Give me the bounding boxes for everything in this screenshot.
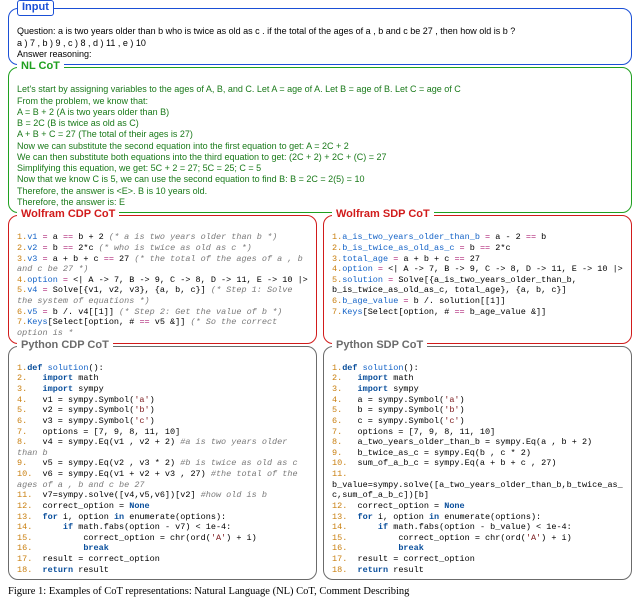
wolfram-cdp-panel: Wolfram CDP CoT 1.v1 = a == b + 2 (* a i… bbox=[8, 215, 317, 344]
python-sdp-code: 1.def solution(): 2. import math 3. impo… bbox=[332, 363, 623, 576]
wolfram-sdp-label: Wolfram SDP CoT bbox=[332, 208, 434, 222]
nl-line: Simplifying this equation, we get: 5C + … bbox=[17, 163, 623, 174]
figure-caption: Figure 1: Examples of CoT representation… bbox=[8, 586, 632, 597]
wolfram-sdp-panel: Wolfram SDP CoT 1.a_is_two_years_older_t… bbox=[323, 215, 632, 344]
nl-line: We can then substitute both equations in… bbox=[17, 152, 623, 163]
input-question: Question: a is two years older than b wh… bbox=[17, 26, 623, 37]
wolfram-cdp-code: 1.v1 = a == b + 2 (* a is two years olde… bbox=[17, 232, 308, 338]
python-sdp-panel: Python SDP CoT 1.def solution(): 2. impo… bbox=[323, 346, 632, 581]
python-cdp-label: Python CDP CoT bbox=[17, 339, 113, 353]
nl-line: From the problem, we know that: bbox=[17, 96, 623, 107]
nl-line: Therefore, the answer is <E>. B is 10 ye… bbox=[17, 186, 623, 197]
python-cdp-panel: Python CDP CoT 1.def solution(): 2. impo… bbox=[8, 346, 317, 581]
nl-line: A + B + C = 27 (The total of their ages … bbox=[17, 129, 623, 140]
input-prompt: Answer reasoning: bbox=[17, 49, 623, 60]
python-cdp-code: 1.def solution(): 2. import math 3. impo… bbox=[17, 363, 308, 576]
nl-line: Let's start by assigning variables to th… bbox=[17, 84, 623, 95]
wolfram-cdp-label: Wolfram CDP CoT bbox=[17, 208, 119, 222]
python-row: Python CDP CoT 1.def solution(): 2. impo… bbox=[8, 346, 632, 583]
python-sdp-label: Python SDP CoT bbox=[332, 339, 427, 353]
nl-line: Therefore, the answer is: E bbox=[17, 197, 623, 208]
nl-label: NL CoT bbox=[17, 60, 64, 74]
input-label: Input bbox=[17, 0, 54, 16]
input-options: a ) 7 , b ) 9 , c ) 8 , d ) 11 , e ) 10 bbox=[17, 38, 623, 49]
nl-line: Now we can substitute the second equatio… bbox=[17, 141, 623, 152]
wolfram-sdp-code: 1.a_is_two_years_older_than_b = a - 2 ==… bbox=[332, 232, 623, 317]
nl-panel: NL CoT Let's start by assigning variable… bbox=[8, 67, 632, 213]
wolfram-row: Wolfram CDP CoT 1.v1 = a == b + 2 (* a i… bbox=[8, 215, 632, 346]
nl-line: A = B + 2 (A is two years older than B) bbox=[17, 107, 623, 118]
nl-line: B = 2C (B is twice as old as C) bbox=[17, 118, 623, 129]
nl-line: Now that we know C is 5, we can use the … bbox=[17, 174, 623, 185]
input-panel: Input Question: a is two years older tha… bbox=[8, 8, 632, 65]
